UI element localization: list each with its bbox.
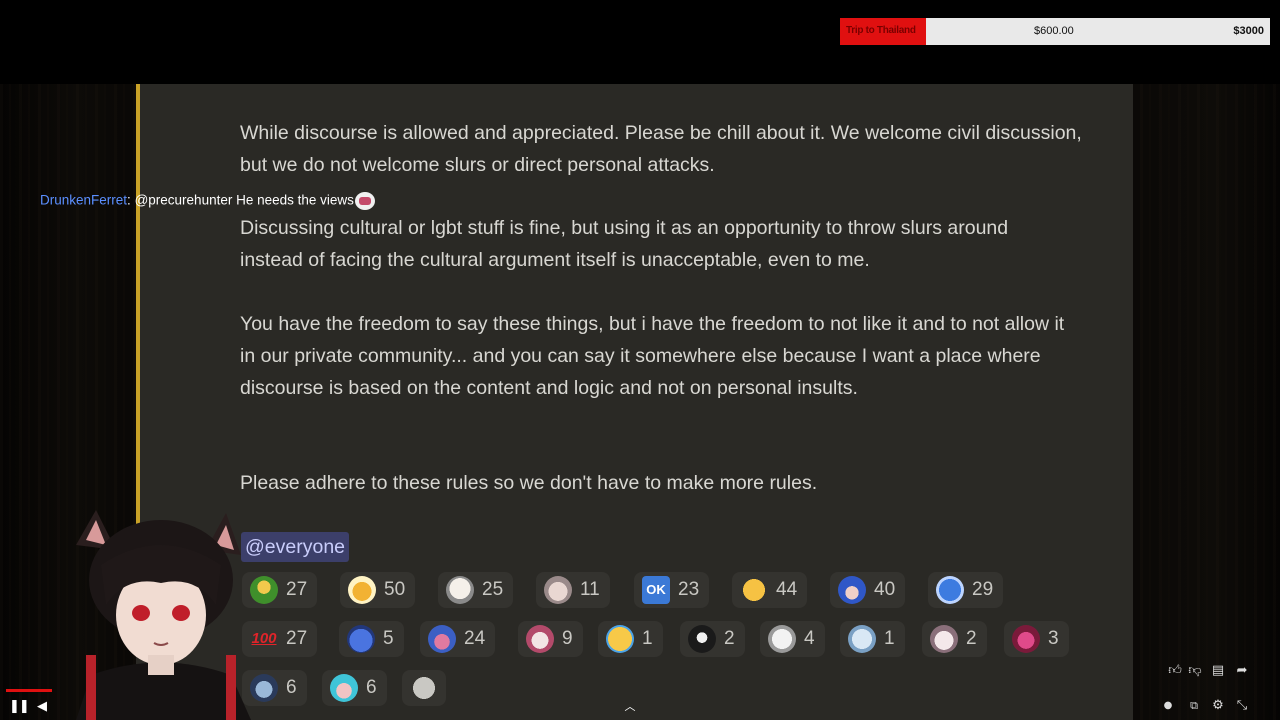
exit-fullscreen-icon[interactable]: ⤡	[1234, 698, 1250, 714]
add-reaction-button[interactable]	[402, 670, 446, 706]
reaction-cat-girl[interactable]: 9	[518, 621, 583, 657]
reaction-count: 6	[286, 677, 297, 698]
reaction-dark-figure[interactable]: 2	[680, 621, 745, 657]
reaction-thumbs-up[interactable]: 44	[732, 572, 808, 608]
reaction-count: 27	[286, 579, 308, 600]
reaction-anime-face[interactable]: 25	[438, 572, 514, 608]
blue-character-emoji-icon	[838, 576, 866, 604]
reaction-blue-character[interactable]: 40	[830, 572, 906, 608]
reaction-count: 23	[678, 579, 700, 600]
reaction-red-character[interactable]: 3	[1004, 621, 1069, 657]
reaction-count: 27	[286, 628, 308, 649]
reaction-count: 40	[874, 579, 896, 600]
cyan-hair-emoji-icon	[330, 674, 358, 702]
goal-title: Trip to Thailand	[846, 25, 916, 36]
thumbs-up-emoji-icon	[740, 576, 768, 604]
reaction-blue-bird[interactable]: 29	[928, 572, 1004, 608]
goal-target-amount: $3000	[1233, 25, 1264, 37]
chat-emote-icon	[354, 192, 375, 210]
stream-frame: Trip to Thailand $600.00 $3000 While dis…	[0, 0, 1280, 720]
dark-figure-emoji-icon	[688, 625, 716, 653]
player-progress-bar[interactable]	[6, 689, 52, 692]
reaction-pink-hair[interactable]: 24	[420, 621, 496, 657]
settings-gear-icon[interactable]: ⚙	[1210, 698, 1226, 714]
reaction-ghost[interactable]: 1	[840, 621, 905, 657]
ok-emoji-icon: OK	[642, 576, 670, 604]
reaction-count: 25	[482, 579, 504, 600]
chat-separator: :	[127, 192, 131, 208]
reaction-count: 2	[724, 628, 735, 649]
chevron-up-icon[interactable]: ︿	[622, 699, 638, 715]
volume-icon[interactable]: ◀︎	[34, 699, 50, 715]
donation-goal-bar: Trip to Thailand $600.00 $3000	[840, 18, 1270, 45]
reaction-count: 29	[972, 579, 994, 600]
comment-icon[interactable]: ▤	[1210, 663, 1226, 679]
white-cat-emoji-icon	[768, 625, 796, 653]
message-paragraph-4: Please adhere to these rules so we don't…	[240, 472, 818, 494]
reaction-beer-mugs[interactable]: 50	[340, 572, 416, 608]
reaction-count: 50	[384, 579, 406, 600]
vtuber-avatar	[76, 510, 251, 720]
reaction-count: 2	[966, 628, 977, 649]
reaction-blue-blob[interactable]: 5	[339, 621, 404, 657]
reaction-count: 44	[776, 579, 798, 600]
reaction-count: 24	[464, 628, 486, 649]
reaction-maid[interactable]: 2	[922, 621, 987, 657]
reaction-count: 11	[580, 579, 600, 600]
cat-girl-emoji-icon	[526, 625, 554, 653]
blue-blob-emoji-icon	[347, 625, 375, 653]
reaction-count: 4	[804, 628, 815, 649]
anime-face-emoji-icon	[446, 576, 474, 604]
reaction-laughing-tears[interactable]: 1	[598, 621, 663, 657]
goal-current-amount: $600.00	[1034, 25, 1074, 37]
blue-bird-emoji-icon	[936, 576, 964, 604]
chat-username: DrunkenFerret	[40, 192, 128, 208]
reaction-count: 6	[366, 677, 377, 698]
beer-mugs-emoji-icon	[348, 576, 376, 604]
share-icon[interactable]: ➦	[1234, 663, 1250, 679]
message-paragraph-1: While discourse is allowed and appreciat…	[240, 122, 1082, 176]
angel-face-emoji-icon	[544, 576, 572, 604]
captions-icon[interactable]: ⧉	[1186, 698, 1202, 714]
reaction-count: 5	[383, 628, 394, 649]
maid-emoji-icon	[930, 625, 958, 653]
thumbs-up-icon[interactable]: 👍︎	[1167, 663, 1183, 679]
message-paragraph-2: Discussing cultural or lgbt stuff is fin…	[240, 217, 1009, 271]
reaction-angel-face[interactable]: 11	[536, 572, 610, 608]
reaction-count: 1	[642, 628, 653, 649]
pause-icon[interactable]: ❚❚	[9, 699, 30, 715]
reaction-cyan-hair[interactable]: 6	[322, 670, 387, 706]
thumbs-down-icon[interactable]: 👎︎	[1187, 663, 1203, 679]
chat-message: DrunkenFerret: @precurehunter He needs t…	[40, 192, 375, 210]
reaction-white-cat[interactable]: 4	[760, 621, 825, 657]
message-paragraph-3: You have the freedom to say these things…	[240, 313, 1065, 399]
pink-hair-emoji-icon	[428, 625, 456, 653]
ghost-emoji-icon	[848, 625, 876, 653]
reaction-count: 3	[1048, 628, 1059, 649]
reaction-count: 1	[884, 628, 895, 649]
red-character-emoji-icon	[1012, 625, 1040, 653]
chat-text: @precurehunter He needs the views	[134, 192, 354, 208]
reaction-count: 9	[562, 628, 573, 649]
reaction-ok[interactable]: OK 23	[634, 572, 710, 608]
laughing-tears-emoji-icon	[606, 625, 634, 653]
autoplay-toggle-icon[interactable]: ●	[1160, 698, 1176, 714]
add-reaction-icon	[410, 674, 438, 702]
message-accent-bar	[136, 84, 140, 534]
